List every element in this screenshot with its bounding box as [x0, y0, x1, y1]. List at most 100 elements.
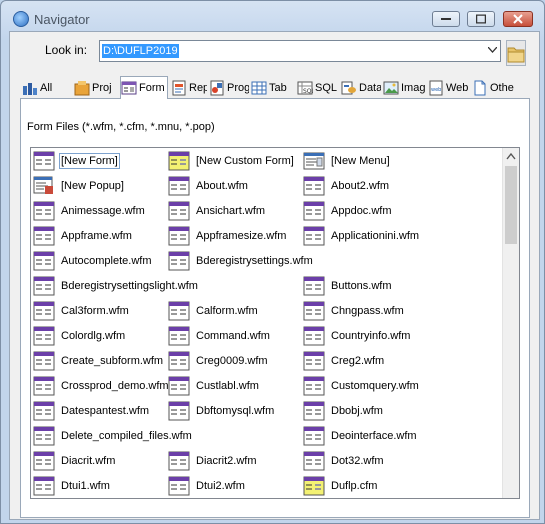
file-name: Bderegistrysettings.wfm: [196, 255, 313, 267]
file-name: Buttons.wfm: [331, 280, 392, 292]
chevron-down-icon[interactable]: [488, 47, 497, 53]
file-item[interactable]: Animessage.wfm: [33, 200, 146, 222]
file-item[interactable]: Delete_compiled_files.wfm: [33, 425, 193, 447]
form-file-icon: [303, 426, 325, 446]
file-item[interactable]: Diacrit.wfm: [33, 450, 116, 472]
file-item[interactable]: Appdoc.wfm: [303, 200, 393, 222]
file-item[interactable]: Bderegistrysettingslight.wfm: [33, 275, 199, 297]
form-file-icon: [168, 326, 190, 346]
file-item[interactable]: Dbobj.wfm: [303, 400, 384, 422]
tab-label: Data: [359, 82, 381, 94]
tab-rep[interactable]: Rep: [171, 78, 207, 98]
file-item[interactable]: Cal3form.wfm: [33, 300, 130, 322]
browse-folder-button[interactable]: [506, 40, 526, 66]
form-file-icon: [33, 426, 55, 446]
tab-form[interactable]: Form: [120, 76, 168, 99]
file-item[interactable]: Chngpass.wfm: [303, 300, 405, 322]
file-item[interactable]: Colordlg.wfm: [33, 325, 126, 347]
file-item[interactable]: About.wfm: [168, 175, 249, 197]
file-item[interactable]: Diacrit2.wfm: [168, 450, 258, 472]
file-item[interactable]: [New Menu]: [303, 150, 391, 172]
tab-proj[interactable]: Proj: [74, 78, 118, 98]
file-item[interactable]: Creg2.wfm: [303, 350, 385, 372]
file-name: Creg2.wfm: [331, 355, 385, 367]
file-item[interactable]: Appframesize.wfm: [168, 225, 287, 247]
minimize-button[interactable]: [432, 11, 460, 27]
file-item[interactable]: Dtui1.wfm: [33, 475, 111, 497]
form-file-icon: [33, 401, 55, 421]
file-item[interactable]: Countryinfo.wfm: [303, 325, 411, 347]
file-name: Custlabl.wfm: [196, 380, 259, 392]
form-file-icon: [303, 376, 325, 396]
file-name: [New Popup]: [61, 180, 124, 192]
tab-sql[interactable]: SQLSQL: [297, 78, 339, 98]
file-item[interactable]: Duflp.cfm: [303, 475, 378, 497]
program-icon: [210, 80, 224, 96]
file-item[interactable]: [New Popup]: [33, 175, 125, 197]
form-file-icon: [33, 301, 55, 321]
file-item[interactable]: Bderegistrysettings.wfm: [168, 250, 314, 272]
file-name: [New Menu]: [331, 155, 390, 167]
new-form-icon: [33, 151, 55, 171]
window-title: Navigator: [34, 12, 90, 27]
close-icon: [513, 14, 523, 24]
form-file-icon: [33, 276, 55, 296]
file-item[interactable]: Customquery.wfm: [303, 375, 420, 397]
file-item[interactable]: Dtui2.wfm: [168, 475, 246, 497]
file-item[interactable]: Ansichart.wfm: [168, 200, 266, 222]
file-item[interactable]: Appframe.wfm: [33, 225, 133, 247]
tab-label: Web: [446, 82, 469, 94]
file-item[interactable]: Create_subform.wfm: [33, 350, 164, 372]
tab-imag[interactable]: Imag: [383, 78, 426, 98]
file-name: Calform.wfm: [196, 305, 258, 317]
image-icon: [383, 81, 399, 95]
file-name: Appframe.wfm: [61, 230, 132, 242]
tab-all[interactable]: All: [22, 78, 70, 98]
table-icon: [251, 81, 267, 95]
form-icon: [121, 81, 137, 95]
file-item[interactable]: [New Custom Form]: [168, 150, 295, 172]
file-item[interactable]: Calform.wfm: [168, 300, 259, 322]
project-icon: [74, 81, 90, 96]
file-item[interactable]: Command.wfm: [168, 325, 271, 347]
look-in-value[interactable]: D:\DUFLP2019: [102, 44, 179, 58]
other-icon: [474, 80, 486, 96]
vertical-scrollbar[interactable]: [502, 148, 519, 498]
tab-web[interactable]: web Web: [428, 78, 470, 98]
file-item[interactable]: Creg0009.wfm: [168, 350, 269, 372]
form-file-icon: [168, 301, 190, 321]
file-list[interactable]: Duflp.cfm Dot32.wfm Deointerface.wfm Dbobj.…: [30, 147, 520, 499]
file-item[interactable]: Buttons.wfm: [303, 275, 393, 297]
file-name: Dot32.wfm: [331, 455, 384, 467]
file-item[interactable]: Dot32.wfm: [303, 450, 385, 472]
tab-prog[interactable]: Prog: [209, 78, 249, 98]
file-name: Dbobj.wfm: [331, 405, 383, 417]
close-button[interactable]: [503, 11, 533, 27]
scrollbar-thumb[interactable]: [505, 166, 517, 244]
file-item[interactable]: Custlabl.wfm: [168, 375, 260, 397]
file-item[interactable]: Applicationini.wfm: [303, 225, 420, 247]
file-item[interactable]: About2.wfm: [303, 175, 390, 197]
file-item[interactable]: Datespantest.wfm: [33, 400, 150, 422]
file-filter-label: Form Files (*.wfm, *.cfm, *.mnu, *.pop): [27, 121, 215, 133]
file-name: Dbftomysql.wfm: [196, 405, 275, 417]
scroll-up-icon[interactable]: [503, 148, 519, 165]
sql-icon: SQL: [297, 81, 313, 95]
file-name: Delete_compiled_files.wfm: [61, 430, 192, 442]
file-name: Autocomplete.wfm: [61, 255, 152, 267]
title-bar[interactable]: Navigator: [1, 1, 544, 35]
maximize-button[interactable]: [467, 11, 495, 27]
file-item[interactable]: [New Form]: [33, 150, 120, 172]
file-item[interactable]: Deointerface.wfm: [303, 425, 418, 447]
form-file-icon: [33, 351, 55, 371]
web-icon: web: [429, 80, 443, 96]
tab-tab[interactable]: Tab: [251, 78, 295, 98]
tab-data[interactable]: Data: [341, 78, 381, 98]
file-item[interactable]: Dbftomysql.wfm: [168, 400, 275, 422]
look-in-combo[interactable]: D:\DUFLP2019: [99, 40, 501, 62]
file-name: Bderegistrysettingslight.wfm: [61, 280, 198, 292]
tab-othe[interactable]: Othe: [472, 78, 518, 98]
file-name: Dtui1.wfm: [61, 480, 110, 492]
file-item[interactable]: Autocomplete.wfm: [33, 250, 152, 272]
file-item[interactable]: Crossprod_demo.wfm: [33, 375, 170, 397]
